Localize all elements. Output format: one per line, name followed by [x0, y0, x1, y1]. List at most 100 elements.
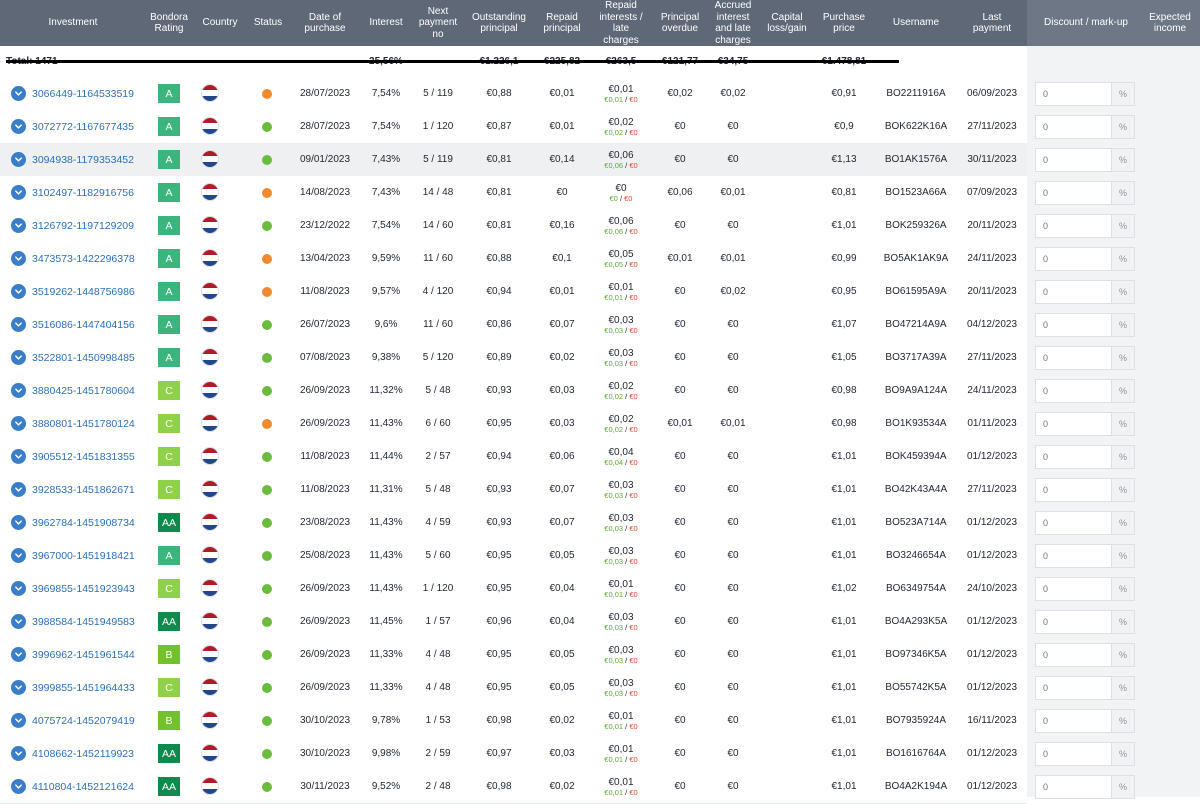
column-header-investment[interactable]: Investment [10, 0, 136, 46]
investment-link[interactable]: 3126792-1197129209 [32, 209, 134, 242]
discount-markup-field[interactable]: % [1035, 775, 1135, 799]
table-row[interactable]: 3126792-1197129209 A 23/12/2022 7,54% 14 / 6… [0, 209, 1027, 243]
table-row[interactable]: 4110804-1452121624 AA 30/11/2023 9,52% 2 / 4… [0, 770, 1027, 804]
investment-link[interactable]: 3880801-1451780124 [32, 407, 135, 440]
discount-markup-field[interactable]: % [1035, 82, 1135, 106]
discount-markup-field[interactable]: % [1035, 643, 1135, 667]
investment-link[interactable]: 3094938-1179353452 [32, 143, 134, 176]
expand-row-chevron-icon[interactable] [11, 647, 26, 662]
table-row[interactable]: 3473573-1422296378 A 13/04/2023 9,59% 11 / 6… [0, 242, 1027, 276]
expand-row-chevron-icon[interactable] [11, 152, 26, 167]
table-row[interactable]: 3522801-1450998485 A 07/08/2023 9,38% 5 / 12… [0, 341, 1027, 375]
discount-markup-field[interactable]: % [1035, 115, 1135, 139]
discount-markup-field[interactable]: % [1035, 544, 1135, 568]
expand-row-chevron-icon[interactable] [11, 713, 26, 728]
discount-markup-field[interactable]: % [1035, 742, 1135, 766]
discount-input[interactable] [1036, 116, 1111, 138]
column-header-rating[interactable]: Bondora Rating [142, 0, 196, 46]
discount-markup-field[interactable]: % [1035, 709, 1135, 733]
table-row[interactable]: 3102497-1182916756 A 14/08/2023 7,43% 14 / 4… [0, 176, 1027, 210]
expand-row-chevron-icon[interactable] [11, 218, 26, 233]
discount-input[interactable] [1036, 380, 1111, 402]
discount-markup-field[interactable]: % [1035, 412, 1135, 436]
discount-markup-field[interactable]: % [1035, 511, 1135, 535]
discount-markup-field[interactable]: % [1035, 247, 1135, 271]
discount-input[interactable] [1036, 182, 1111, 204]
table-row[interactable]: 3066449-1164533519 A 28/07/2023 7,54% 5 / 11… [0, 77, 1027, 111]
discount-input[interactable] [1036, 776, 1111, 798]
discount-input[interactable] [1036, 677, 1111, 699]
expand-row-chevron-icon[interactable] [11, 680, 26, 695]
column-header-next-payment[interactable]: Next payment no [414, 0, 462, 46]
table-row[interactable]: 3999855-1451964433 C 26/09/2023 11,33% 4 / 4… [0, 671, 1027, 705]
investment-link[interactable]: 3880425-1451780604 [32, 374, 135, 407]
table-row[interactable]: 3967000-1451918421 A 25/08/2023 11,43% 5 / 6… [0, 539, 1027, 573]
table-row[interactable]: 3880801-1451780124 C 26/09/2023 11,43% 6 / 6… [0, 407, 1027, 441]
expand-row-chevron-icon[interactable] [11, 86, 26, 101]
discount-markup-field[interactable]: % [1035, 313, 1135, 337]
investment-link[interactable]: 3996962-1451961544 [32, 638, 135, 671]
expand-row-chevron-icon[interactable] [11, 383, 26, 398]
column-header-purchase-price[interactable]: Purchase price [814, 0, 874, 46]
column-header-country[interactable]: Country [196, 0, 244, 46]
table-row[interactable]: 3072772-1167677435 A 28/07/2023 7,54% 1 / 12… [0, 110, 1027, 144]
column-header-last-payment[interactable]: Last payment [960, 0, 1024, 46]
table-row[interactable]: 3962784-1451908734 AA 23/08/2023 11,43% 4 / … [0, 506, 1027, 540]
expand-row-chevron-icon[interactable] [11, 119, 26, 134]
investment-link[interactable]: 3999855-1451964433 [32, 671, 135, 704]
discount-markup-field[interactable]: % [1035, 346, 1135, 370]
discount-input[interactable] [1036, 413, 1111, 435]
expand-row-chevron-icon[interactable] [11, 317, 26, 332]
investment-link[interactable]: 3066449-1164533519 [32, 77, 134, 110]
column-header-date[interactable]: Date of purchase [292, 0, 358, 46]
investment-link[interactable]: 4108662-1452119923 [32, 737, 134, 770]
table-row[interactable]: 3905512-1451831355 C 11/08/2023 11,44% 2 / 5… [0, 440, 1027, 474]
discount-input[interactable] [1036, 611, 1111, 633]
expand-row-chevron-icon[interactable] [11, 185, 26, 200]
expand-row-chevron-icon[interactable] [11, 581, 26, 596]
investment-link[interactable]: 3967000-1451918421 [32, 539, 135, 572]
expand-row-chevron-icon[interactable] [11, 251, 26, 266]
discount-input[interactable] [1036, 446, 1111, 468]
investment-link[interactable]: 3102497-1182916756 [32, 176, 134, 209]
discount-input[interactable] [1036, 347, 1111, 369]
expand-row-chevron-icon[interactable] [11, 284, 26, 299]
expand-row-chevron-icon[interactable] [11, 746, 26, 761]
discount-input[interactable] [1036, 512, 1111, 534]
investment-link[interactable]: 3519262-1448756986 [32, 275, 135, 308]
expand-row-chevron-icon[interactable] [11, 515, 26, 530]
discount-markup-field[interactable]: % [1035, 214, 1135, 238]
investment-link[interactable]: 3988584-1451949583 [32, 605, 135, 638]
column-header-interest[interactable]: Interest [358, 0, 414, 46]
discount-input[interactable] [1036, 644, 1111, 666]
discount-markup-field[interactable]: % [1035, 181, 1135, 205]
investment-link[interactable]: 3516086-1447404156 [32, 308, 135, 341]
table-row[interactable]: 3928533-1451862671 C 11/08/2023 11,31% 5 / 4… [0, 473, 1027, 507]
investment-link[interactable]: 3072772-1167677435 [32, 110, 134, 143]
discount-input[interactable] [1036, 479, 1111, 501]
expand-row-chevron-icon[interactable] [11, 482, 26, 497]
discount-input[interactable] [1036, 545, 1111, 567]
discount-input[interactable] [1036, 149, 1111, 171]
table-row[interactable]: 3516086-1447404156 A 26/07/2023 9,6% 11 / 60… [0, 308, 1027, 342]
table-row[interactable]: 3880425-1451780604 C 26/09/2023 11,32% 5 / 4… [0, 374, 1027, 408]
expand-row-chevron-icon[interactable] [11, 350, 26, 365]
discount-input[interactable] [1036, 248, 1111, 270]
column-header-status[interactable]: Status [244, 0, 292, 46]
investment-link[interactable]: 4110804-1452121624 [32, 770, 134, 803]
investment-link[interactable]: 3473573-1422296378 [32, 242, 135, 275]
expand-row-chevron-icon[interactable] [11, 416, 26, 431]
discount-markup-field[interactable]: % [1035, 478, 1135, 502]
investment-link[interactable]: 3928533-1451862671 [32, 473, 135, 506]
discount-input[interactable] [1036, 578, 1111, 600]
discount-input[interactable] [1036, 281, 1111, 303]
table-row[interactable]: 3969855-1451923943 C 26/09/2023 11,43% 1 / 1… [0, 572, 1027, 606]
column-header-username[interactable]: Username [874, 0, 958, 46]
table-row[interactable]: 4075724-1452079419 B 30/10/2023 9,78% 1 / 53… [0, 704, 1027, 738]
discount-markup-field[interactable]: % [1035, 676, 1135, 700]
investment-link[interactable]: 4075724-1452079419 [32, 704, 135, 737]
column-header-repaid-interest[interactable]: Repaid interests / late charges [588, 0, 654, 46]
investment-link[interactable]: 3522801-1450998485 [32, 341, 135, 374]
column-header-outstanding[interactable]: Outstanding principal [462, 0, 536, 46]
expand-row-chevron-icon[interactable] [11, 548, 26, 563]
